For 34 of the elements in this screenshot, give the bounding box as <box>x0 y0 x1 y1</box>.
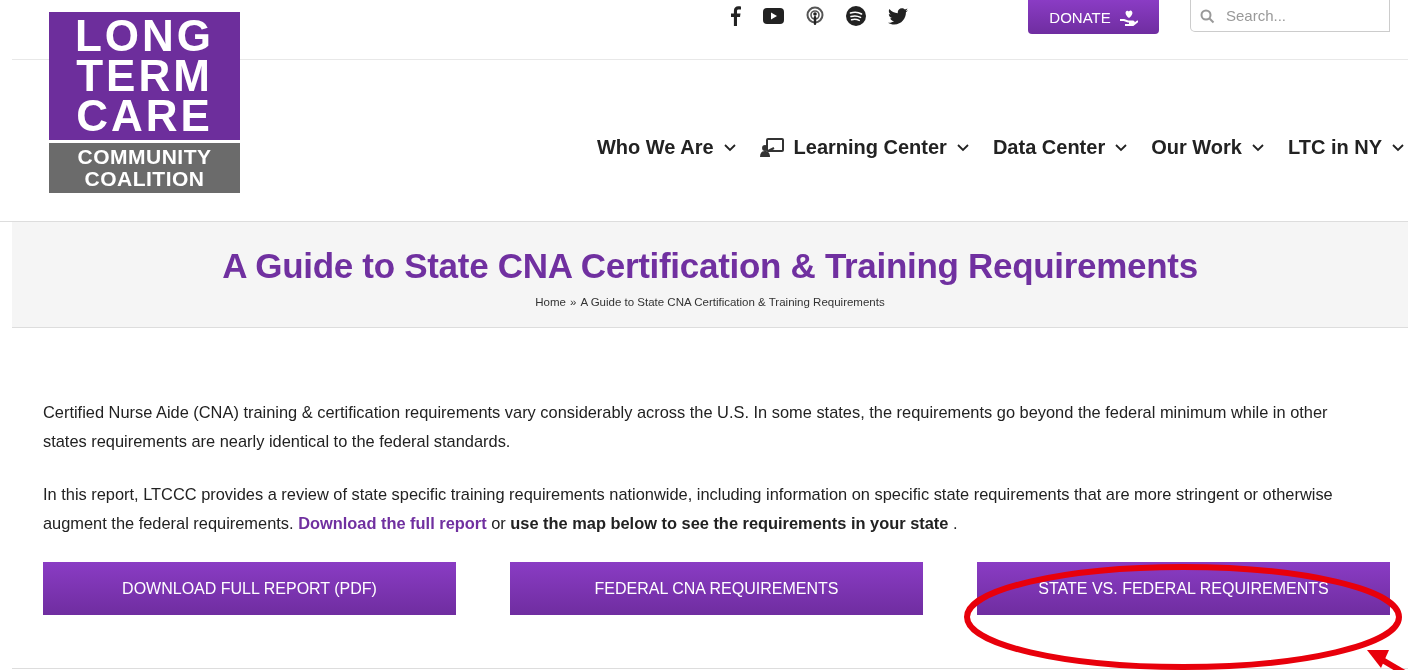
donate-button[interactable]: DONATE <box>1028 0 1159 34</box>
chevron-down-icon <box>956 143 969 152</box>
nav-menu-item[interactable]: Learning Center <box>759 136 969 159</box>
search-field[interactable]: Search... <box>1190 0 1390 32</box>
nav-menu-item[interactable]: LTC in NY <box>1287 136 1404 159</box>
heart-hand-icon <box>1119 8 1138 26</box>
intro-paragraph: Certified Nurse Aide (CNA) training & certification requirements vary considerably across the U.S. In some states, the requirements go beyond the federal minimum while in other states requirements are nearly identical to the federal standards. <box>43 402 1329 452</box>
breadcrumb-separator: » <box>570 296 577 308</box>
chevron-down-icon <box>1392 143 1404 152</box>
breadcrumb-current: A Guide to State CNA Certification & Training Requirements <box>580 296 885 308</box>
podcast-icon[interactable] <box>806 6 824 26</box>
nav-menu-item[interactable]: Data Center <box>992 136 1128 159</box>
video-play-icon[interactable] <box>763 8 784 24</box>
music-stream-icon[interactable] <box>846 6 866 26</box>
link-button[interactable]: DOWNLOAD FULL REPORT (PDF) <box>43 562 456 615</box>
bird-icon[interactable] <box>888 7 908 25</box>
report-paragraph: In this report, LTCCC provides a review of state specific training requirements nationwide, including information on specific state requirements that are more stringent or otherwise augment the federal requirements. Download the full report or use the map below to see the requirements in your state . <box>43 484 1334 534</box>
nav-menu-item[interactable]: Who We Are <box>596 136 736 159</box>
logo-text: COMMUNITY <box>77 146 212 168</box>
logo-text: CARE <box>76 96 213 136</box>
logo-text: LONG <box>74 16 215 56</box>
logo-text: COALITION <box>84 168 205 190</box>
nav-menu-item[interactable]: Our Work <box>1151 136 1264 159</box>
search-icon <box>1200 9 1215 24</box>
link-button[interactable]: FEDERAL CNA REQUIREMENTS <box>510 562 923 615</box>
chevron-down-icon <box>1251 143 1264 152</box>
download-report-link[interactable]: Download the full report <box>298 514 487 532</box>
teacher-screen-icon <box>759 137 784 158</box>
logo-text: TERM <box>76 56 213 96</box>
facebook-icon[interactable] <box>730 6 741 26</box>
chevron-down-icon <box>1115 143 1128 152</box>
chevron-down-icon <box>723 143 736 152</box>
page-title: A Guide to State CNA Certification & Training Requirements <box>222 246 1198 286</box>
breadcrumb-link[interactable]: Home <box>535 296 566 308</box>
